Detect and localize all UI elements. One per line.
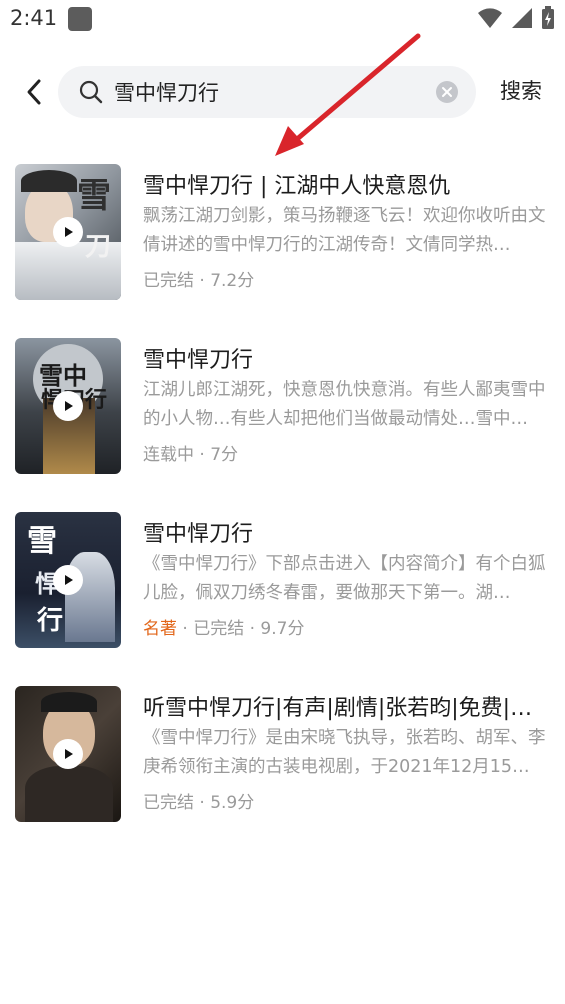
status-bar: 2:41 bbox=[0, 0, 565, 40]
tag-badge: 名著 bbox=[143, 619, 177, 639]
result-meta: 连载中 · 7分 bbox=[143, 440, 238, 465]
search-icon bbox=[79, 80, 103, 104]
app-icon bbox=[68, 7, 92, 31]
signal-icon bbox=[512, 8, 532, 28]
meta-status: 连载中 · 7分 bbox=[143, 445, 239, 465]
search-input[interactable] bbox=[112, 79, 416, 105]
play-icon[interactable] bbox=[53, 739, 83, 769]
meta-status: · 已完结 · 9.7分 bbox=[177, 619, 305, 639]
play-icon[interactable] bbox=[53, 391, 83, 421]
battery-icon bbox=[542, 6, 554, 29]
back-button[interactable] bbox=[14, 70, 54, 114]
meta-status: 已完结 · 7.2分 bbox=[143, 271, 255, 291]
wifi-icon bbox=[478, 8, 502, 28]
list-item[interactable]: 雪 悍 行 雪中悍刀行 《雪中悍刀行》下部点击进入【内容简介】有个白狐儿脸，佩双… bbox=[0, 508, 565, 682]
close-icon bbox=[442, 87, 452, 97]
search-box[interactable] bbox=[58, 66, 476, 118]
result-meta: 已完结 · 7.2分 bbox=[143, 266, 254, 291]
list-item[interactable]: 雪中 悍刀行 雪中悍刀行 江湖儿郎江湖死，快意恩仇快意消。有些人鄙夷雪中的小人物… bbox=[0, 334, 565, 508]
search-button[interactable]: 搜索 bbox=[500, 75, 542, 105]
result-title: 雪中悍刀行 bbox=[143, 348, 254, 373]
cover-image: 雪中 悍刀行 bbox=[15, 338, 121, 474]
play-icon[interactable] bbox=[53, 217, 83, 247]
result-description: 飘荡江湖刀剑影，策马扬鞭逐飞云！欢迎你收听由文倩讲述的雪中悍刀行的江湖传奇！文倩… bbox=[143, 206, 546, 255]
result-description: 《雪中悍刀行》是由宋晓飞执导，张若昀、胡军、李庚希领衔主演的古装电视剧，于202… bbox=[143, 728, 546, 777]
result-title: 雪中悍刀行 bbox=[143, 522, 254, 547]
result-description: 《雪中悍刀行》下部点击进入【内容简介】有个白狐儿脸，佩双刀绣冬春雷，要做那天下第… bbox=[143, 554, 546, 603]
play-icon[interactable] bbox=[53, 565, 83, 595]
result-meta: 名著 · 已完结 · 9.7分 bbox=[143, 614, 304, 639]
result-description: 江湖儿郎江湖死，快意恩仇快意消。有些人鄙夷雪中的小人物…有些人却把他们当做最动情… bbox=[143, 380, 546, 429]
list-item[interactable]: 听雪中悍刀行|有声|剧情|张若昀|免费|烽… 《雪中悍刀行》是由宋晓飞执导，张若… bbox=[0, 682, 565, 856]
back-arrow-icon bbox=[27, 79, 41, 105]
result-title: 雪中悍刀行 | 江湖中人快意恩仇 bbox=[143, 174, 451, 199]
list-item[interactable]: 雪 刀 雪中悍刀行 | 江湖中人快意恩仇 飘荡江湖刀剑影，策马扬鞭逐飞云！欢迎你… bbox=[0, 160, 565, 334]
status-icons bbox=[477, 6, 555, 30]
results-list: 雪 刀 雪中悍刀行 | 江湖中人快意恩仇 飘荡江湖刀剑影，策马扬鞭逐飞云！欢迎你… bbox=[0, 160, 565, 856]
meta-status: 已完结 · 5.9分 bbox=[143, 793, 255, 813]
result-title: 听雪中悍刀行|有声|剧情|张若昀|免费|烽… bbox=[143, 696, 553, 721]
status-time: 2:41 bbox=[10, 6, 58, 30]
clear-icon[interactable] bbox=[436, 81, 458, 103]
cover-image: 雪 悍 行 bbox=[15, 512, 121, 648]
result-meta: 已完结 · 5.9分 bbox=[143, 788, 254, 813]
search-row: 搜索 bbox=[0, 62, 565, 122]
cover-image: 雪 刀 bbox=[15, 164, 121, 300]
cover-image bbox=[15, 686, 121, 822]
